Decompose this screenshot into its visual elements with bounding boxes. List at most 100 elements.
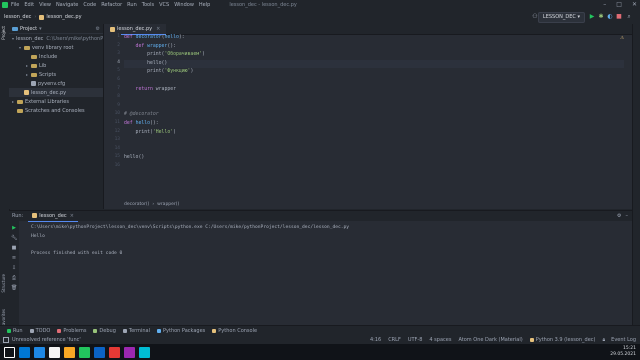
tool-window-problems[interactable]: Problems — [57, 328, 86, 334]
breadcrumb-function[interactable]: decorator() — [124, 202, 149, 207]
menu-window[interactable]: Window — [174, 2, 194, 8]
code-area[interactable]: def decorator(hello): def wrapper(): pri… — [124, 34, 624, 172]
tree-item[interactable]: ▸ Scripts — [9, 70, 103, 79]
windows-start-icon[interactable] — [4, 346, 15, 358]
tree-item[interactable]: Include — [9, 52, 103, 61]
debug-icon[interactable]: ✱ — [597, 12, 605, 21]
code-line[interactable]: def hello(): — [124, 120, 624, 129]
taskbar-app-icon[interactable] — [109, 346, 120, 358]
file-encoding[interactable]: UTF-8 — [408, 337, 423, 343]
line-separator[interactable]: CRLF — [388, 337, 401, 343]
tree-item[interactable]: ▾ venv library root — [9, 43, 103, 52]
run-icon[interactable]: ▶ — [588, 12, 596, 21]
menu-vcs[interactable]: VCS — [159, 2, 169, 8]
maximize-icon[interactable]: □ — [616, 1, 622, 8]
event-log[interactable]: Event Log — [611, 337, 636, 343]
theme-name[interactable]: Atom One Dark (Material) — [458, 337, 522, 343]
gear-icon[interactable]: ⚙ — [617, 213, 621, 219]
run-tab[interactable]: lesson_dec × — [28, 211, 78, 222]
expand-arrow-icon[interactable]: ▾ — [12, 36, 14, 41]
minimize-icon[interactable]: – — [603, 1, 606, 8]
code-line[interactable] — [124, 163, 624, 172]
menu-file[interactable]: File — [11, 2, 19, 8]
project-panel-title[interactable]: Project — [20, 26, 37, 32]
caret-position[interactable]: 4:16 — [370, 337, 381, 343]
taskbar-app-icon[interactable] — [49, 346, 60, 358]
coverage-icon[interactable]: ◐ — [606, 12, 614, 21]
tool-windows-icon[interactable] — [3, 336, 9, 343]
menu-navigate[interactable]: Navigate — [56, 2, 78, 8]
stop-icon[interactable]: ■ — [615, 12, 623, 21]
breadcrumb-file[interactable]: lesson_dec.py — [46, 14, 81, 20]
tree-item[interactable]: pyvenv.cfg — [9, 79, 103, 88]
tool-window-todo[interactable]: TODO — [29, 328, 50, 334]
tree-item[interactable]: ▸ Lib — [9, 61, 103, 70]
print-icon[interactable]: ⎙ — [11, 275, 17, 281]
code-line[interactable]: # @decorator — [124, 111, 624, 120]
line-number: 13 — [114, 137, 120, 143]
tree-item[interactable]: lesson_dec.py — [9, 88, 103, 97]
tab-project[interactable]: Project — [1, 26, 6, 40]
breadcrumb-project[interactable]: lesson_dec — [4, 14, 31, 20]
code-line[interactable]: def wrapper(): — [124, 43, 624, 52]
code-line[interactable]: return wrapper — [124, 86, 624, 95]
tab-structure[interactable]: Structure — [1, 274, 6, 293]
code-line[interactable]: print('Hello') — [124, 129, 624, 138]
code-line[interactable] — [124, 94, 624, 103]
stop-icon[interactable]: ■ — [11, 245, 17, 251]
menu-view[interactable]: View — [39, 2, 51, 8]
taskbar-app-icon[interactable] — [139, 346, 150, 358]
rerun-icon[interactable]: ▶ — [11, 225, 17, 231]
taskbar-app-icon[interactable] — [124, 346, 135, 358]
indent-setting[interactable]: 4 spaces — [429, 337, 451, 343]
status-message[interactable]: Unresolved reference 'func' — [12, 337, 81, 343]
code-line[interactable] — [124, 137, 624, 146]
menu-edit[interactable]: Edit — [24, 2, 34, 8]
tree-item[interactable]: ▸ External Libraries — [9, 97, 103, 106]
tree-item[interactable]: ▾lesson_decC:\Users\mike\pythonProject\l… — [9, 34, 103, 43]
menu-tools[interactable]: Tools — [142, 2, 154, 8]
warning-icon[interactable]: ⚠ — [620, 36, 624, 41]
search-icon[interactable]: ⌕ — [625, 12, 633, 21]
tool-window-terminal[interactable]: Terminal — [122, 328, 150, 334]
scroll-to-end-icon[interactable]: ⇩ — [11, 265, 17, 271]
system-clock[interactable]: 15:21 29.05.2021 — [610, 346, 636, 358]
menu-run[interactable]: Run — [127, 2, 137, 8]
tool-window-debug[interactable]: Debug — [93, 328, 116, 334]
taskbar-app-icon[interactable] — [64, 346, 75, 358]
close-icon[interactable]: ✕ — [632, 1, 637, 8]
wrench-icon[interactable]: 🔧︎ — [11, 235, 17, 241]
breadcrumb-function[interactable]: wrapper() — [157, 202, 179, 207]
taskbar-app-icon[interactable] — [79, 346, 90, 358]
chevron-down-icon[interactable]: ▾ — [39, 26, 42, 32]
run-config-select[interactable]: LESSON_DEC ▾ — [537, 12, 585, 23]
code-line[interactable]: print('Оборачиваем') — [124, 51, 624, 60]
close-tab-icon[interactable]: × — [156, 26, 160, 32]
tree-item[interactable]: Scratches and Consoles — [9, 106, 103, 115]
code-line[interactable]: hello() — [124, 154, 624, 163]
soft-wrap-icon[interactable]: ≡ — [11, 255, 17, 261]
code-token: (): — [150, 120, 159, 126]
code-line[interactable] — [124, 77, 624, 86]
code-line[interactable] — [124, 146, 624, 155]
close-tab-icon[interactable]: × — [70, 213, 74, 219]
gear-icon[interactable]: ⚙ — [96, 26, 100, 32]
minimize-panel-icon[interactable]: – — [626, 213, 629, 219]
code-line[interactable] — [124, 103, 624, 112]
python-interpreter[interactable]: Python 3.9 (lesson_dec) — [536, 337, 596, 343]
taskbar-app-icon[interactable] — [34, 346, 45, 358]
menu-code[interactable]: Code — [83, 2, 96, 8]
menu-refactor[interactable]: Refactor — [101, 2, 122, 8]
taskbar-app-icon[interactable] — [94, 346, 105, 358]
menu-help[interactable]: Help — [199, 2, 210, 8]
tool-window-run[interactable]: Run — [7, 328, 23, 334]
taskbar-app-icon[interactable] — [19, 346, 30, 358]
code-line[interactable]: print('Функцию') — [124, 68, 624, 77]
code-line[interactable]: def decorator(hello): — [124, 34, 624, 43]
tool-window-python-packages[interactable]: Python Packages — [157, 328, 205, 334]
tool-window-python-console[interactable]: Python Console — [212, 328, 257, 334]
lock-icon[interactable]: 🔒︎ — [602, 337, 605, 343]
trash-icon[interactable]: 🗑︎ — [11, 285, 17, 291]
code-line[interactable]: hello() — [124, 59, 624, 69]
console-output[interactable]: C:\Users\mike\pythonProject\lesson_dec\v… — [31, 224, 349, 258]
